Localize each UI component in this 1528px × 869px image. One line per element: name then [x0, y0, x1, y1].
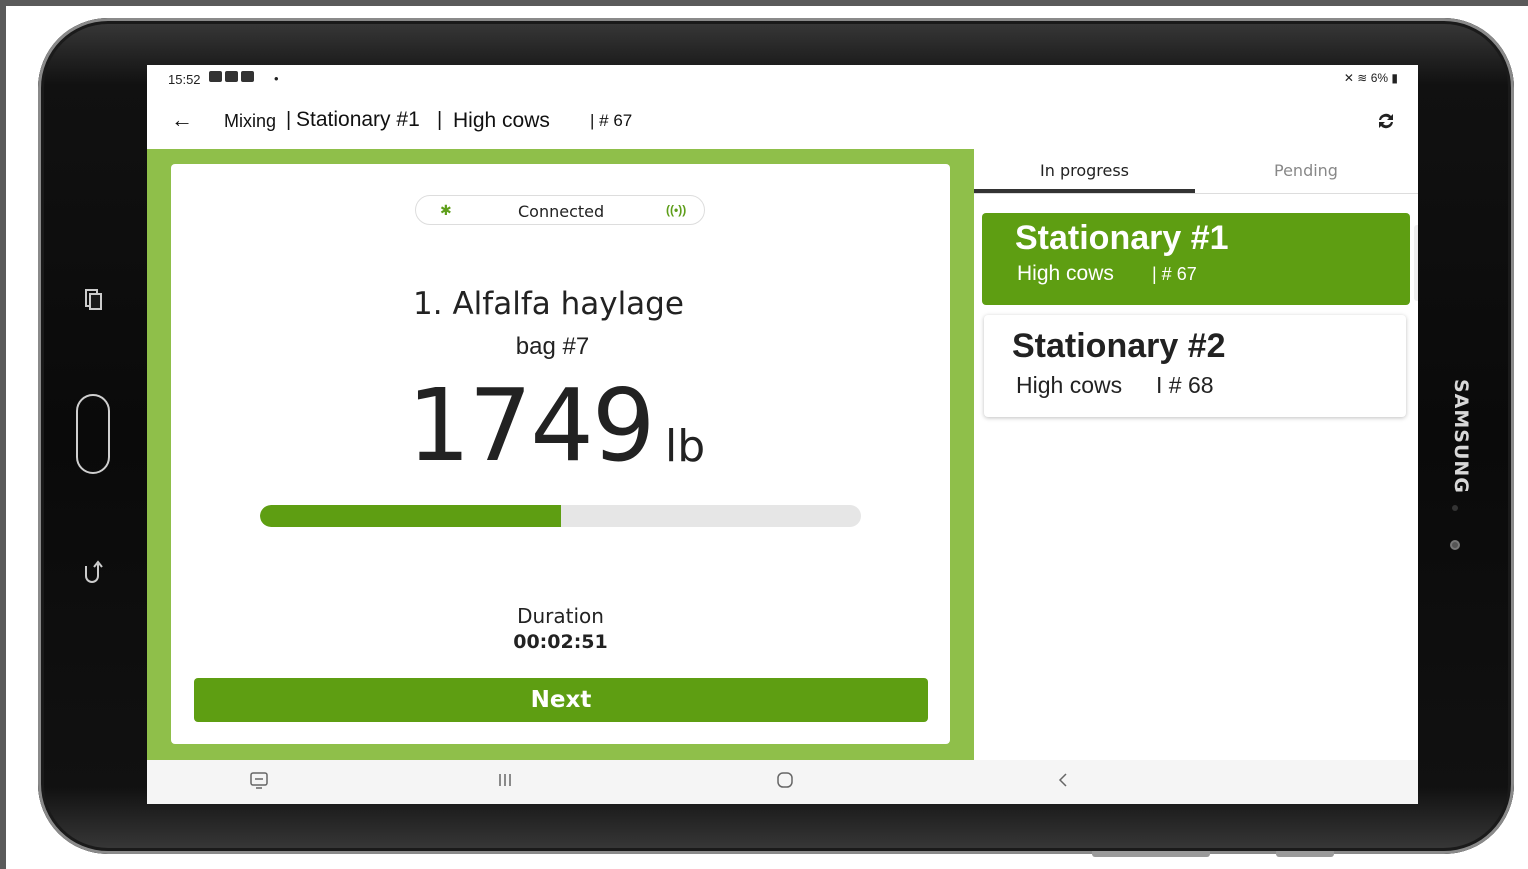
- home-hw-button[interactable]: [76, 394, 110, 474]
- home-icon[interactable]: [775, 770, 795, 790]
- battery-level: 6%: [1370, 71, 1389, 85]
- battery-icon: ▮: [1391, 71, 1398, 85]
- status-dot: •: [274, 71, 279, 86]
- status-bar: 15:52 • ✕ ≋ 6% ▮: [147, 65, 1418, 95]
- mix-card-stationary-1[interactable]: Stationary #1 High cows | # 67: [982, 213, 1410, 305]
- brand-logo: SAMSUNG: [1450, 378, 1472, 494]
- tab-in-progress[interactable]: In progress: [1040, 161, 1129, 180]
- mute-icon: ✕: [1343, 71, 1354, 85]
- notification-icon: [225, 71, 238, 82]
- app-bar: ← Mixing | Stationary #1 | High cows | #…: [147, 95, 1418, 149]
- recents-icon[interactable]: [497, 770, 513, 790]
- progress-fill: [260, 505, 561, 527]
- tab-bar: In progress Pending: [974, 149, 1418, 194]
- title-separator: |: [286, 109, 292, 131]
- mix-card-title: Stationary #2: [1012, 327, 1226, 365]
- notification-icons: [209, 71, 254, 82]
- status-time: 15:52: [168, 72, 201, 87]
- camera-icon: [1450, 540, 1460, 550]
- top-edge: [0, 0, 1528, 6]
- group-title: High cows: [453, 109, 550, 132]
- signal-icon: ((•)): [666, 203, 687, 217]
- bluetooth-icon: ✱: [440, 202, 452, 218]
- screen: 15:52 • ✕ ≋ 6% ▮ ← Mixing | Stationary #…: [147, 65, 1418, 804]
- next-button[interactable]: Next: [194, 678, 928, 722]
- notification-icon: [241, 71, 254, 82]
- back-icon[interactable]: [1055, 770, 1071, 790]
- scale-card: ✱ Connected ((•)) 1. Alfalfa haylage bag…: [171, 164, 950, 744]
- scale-panel: ✱ Connected ((•)) 1. Alfalfa haylage bag…: [147, 149, 974, 760]
- title-separator: |: [437, 109, 443, 131]
- connection-status: ✱ Connected ((•)): [415, 195, 705, 225]
- station-title: Stationary #1: [296, 108, 420, 131]
- arrow-left-icon[interactable]: ←: [171, 107, 193, 133]
- back-hw-icon[interactable]: [82, 558, 104, 584]
- mix-card-group: High cows: [1017, 262, 1114, 285]
- progress-bar: [260, 505, 861, 527]
- tab-indicator: [974, 189, 1195, 193]
- android-nav-bar: [147, 760, 1418, 804]
- sync-icon[interactable]: [1374, 109, 1398, 133]
- duration-label: Duration: [517, 604, 604, 628]
- mix-list-panel: In progress Pending Stationary #1 High c…: [974, 149, 1418, 760]
- notification-icon: [209, 71, 222, 82]
- mix-number: | # 67: [590, 111, 633, 130]
- sensor-dot: [1452, 505, 1458, 511]
- duration-value: 00:02:51: [513, 631, 608, 653]
- recent-apps-hw-icon[interactable]: [84, 288, 102, 310]
- mix-card-group: High cows: [1016, 372, 1123, 398]
- mix-card-number: | # 67: [1152, 264, 1197, 284]
- mix-card-title: Stationary #1: [1015, 219, 1229, 257]
- left-edge: [0, 0, 6, 869]
- mode-title: Mixing: [224, 111, 277, 131]
- connection-label: Connected: [518, 202, 605, 221]
- tablet-button: [1092, 851, 1210, 857]
- keyboard-icon[interactable]: [249, 770, 269, 790]
- wifi-icon: ≋: [1357, 71, 1368, 85]
- scrollbar[interactable]: [1414, 225, 1418, 301]
- page: SAMSUNG 15:52 • ✕ ≋ 6% ▮ ← Mixing | Stat…: [0, 0, 1528, 869]
- bag-label: bag #7: [515, 333, 590, 360]
- tab-pending[interactable]: Pending: [1274, 161, 1338, 180]
- tablet-button: [1276, 851, 1334, 857]
- weight-unit: lb: [665, 421, 706, 472]
- ingredient-name: 1. Alfalfa haylage: [413, 286, 684, 322]
- status-right: ✕ ≋ 6% ▮: [1344, 71, 1398, 85]
- mix-card-stationary-2[interactable]: Stationary #2 High cows I # 68: [984, 315, 1406, 417]
- mix-card-number: I # 68: [1156, 372, 1214, 398]
- weight-value: 1749: [407, 367, 655, 484]
